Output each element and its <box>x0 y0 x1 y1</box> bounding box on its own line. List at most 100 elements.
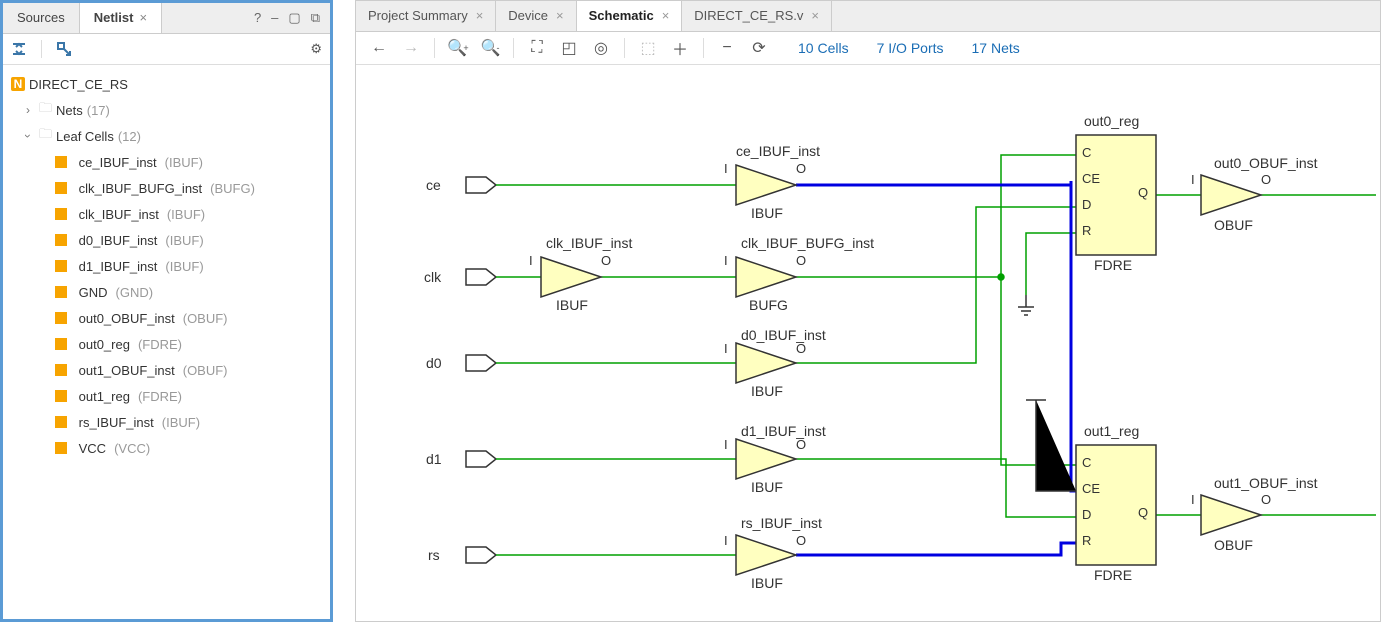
inst-ce-ibuf: ce_IBUF_inst <box>736 143 820 159</box>
stat-nets[interactable]: 17 Nets <box>972 40 1020 56</box>
collapse-all-icon[interactable] <box>11 41 27 57</box>
tree-cell[interactable]: GND (GND) <box>7 279 326 305</box>
cell-icon <box>55 234 67 246</box>
regenerate-icon[interactable]: ⟳ <box>746 36 772 60</box>
maximize-icon[interactable]: ▢ <box>288 10 300 26</box>
cell-type: (FDRE) <box>138 337 182 352</box>
tree-cell[interactable]: out1_reg(FDRE) <box>7 383 326 409</box>
close-icon[interactable]: × <box>476 1 484 31</box>
cell-type-label: IBUF <box>751 575 783 591</box>
port-d1: d1 <box>426 451 442 467</box>
help-icon[interactable]: ? <box>254 10 261 26</box>
cell-icon <box>55 182 67 194</box>
n-badge-icon: N <box>11 77 25 91</box>
cell-type-label: IBUF <box>751 383 783 399</box>
tree-cell[interactable]: rs_IBUF_inst(IBUF) <box>7 409 326 435</box>
pin-d: D <box>1082 507 1091 522</box>
inst-out0-reg: out0_reg <box>1084 113 1139 129</box>
cell-type-label: FDRE <box>1094 257 1132 273</box>
cell-type: (OBUF) <box>183 363 228 378</box>
add-icon[interactable]: ＋ <box>667 36 693 60</box>
port-rs: rs <box>428 547 440 563</box>
tree-cell[interactable]: d1_IBUF_inst (IBUF) <box>7 253 326 279</box>
zoom-in-icon[interactable]: 🔍+ <box>445 36 471 60</box>
cell-name: d0_IBUF_inst <box>79 233 158 248</box>
tab-project-summary[interactable]: Project Summary× <box>356 1 496 31</box>
tree-cell[interactable]: ce_IBUF_inst(IBUF) <box>7 149 326 175</box>
zoom-area-icon[interactable]: ◰ <box>556 36 582 60</box>
expand-icon[interactable] <box>56 41 72 57</box>
remove-icon[interactable]: − <box>714 36 740 60</box>
pin-c: C <box>1082 455 1091 470</box>
tab-sources[interactable]: Sources <box>3 3 80 33</box>
zoom-fit-icon[interactable]: ⛶ <box>524 36 550 60</box>
cell-name: clk_IBUF_inst <box>79 207 159 222</box>
tree-cell[interactable]: clk_IBUF_BUFG_inst(BUFG) <box>7 175 326 201</box>
tree-cell[interactable]: VCC(VCC) <box>7 435 326 461</box>
tree-cell[interactable]: out1_OBUF_inst (OBUF) <box>7 357 326 383</box>
tab-schematic[interactable]: Schematic× <box>577 1 683 31</box>
tree-cell[interactable]: clk_IBUF_inst(IBUF) <box>7 201 326 227</box>
chevron-down-icon[interactable]: › <box>21 129 35 143</box>
cell-type: (GND) <box>116 285 154 300</box>
cell-name: out0_OBUF_inst <box>79 311 175 326</box>
close-icon[interactable]: × <box>662 1 670 31</box>
tree-leafcells[interactable]: › 🗀 Leaf Cells (12) <box>7 123 326 149</box>
close-icon[interactable]: × <box>811 1 819 31</box>
forward-icon[interactable]: → <box>398 36 424 60</box>
cell-type: (OBUF) <box>183 311 228 326</box>
cell-name: d1_IBUF_inst <box>79 259 158 274</box>
inst-clk-ibuf: clk_IBUF_inst <box>546 235 632 251</box>
stat-ports[interactable]: 7 I/O Ports <box>877 40 944 56</box>
close-icon[interactable]: × <box>556 1 564 31</box>
zoom-out-icon[interactable]: 🔍- <box>477 36 503 60</box>
tree-cell[interactable]: out0_OBUF_inst (OBUF) <box>7 305 326 331</box>
port-ce: ce <box>426 177 441 193</box>
cell-icon <box>55 390 67 402</box>
netlist-tree[interactable]: N DIRECT_CE_RS › 🗀 Nets (17) › 🗀 Leaf Ce… <box>3 65 330 619</box>
folder-icon: 🗀 <box>39 125 52 147</box>
pin-o: O <box>796 253 806 268</box>
tab-netlist[interactable]: Netlist× <box>80 3 162 33</box>
cell-icon <box>55 338 67 350</box>
cell-name: out1_reg <box>79 389 130 404</box>
cell-type-label: OBUF <box>1214 537 1253 553</box>
inst-rs-ibuf: rs_IBUF_inst <box>741 515 822 531</box>
pin-o: O <box>796 161 806 176</box>
cell-type-label: IBUF <box>751 205 783 221</box>
right-toolbar: ← → 🔍+ 🔍- ⛶ ◰ ◎ ⬚ ＋ − ⟳ 10 Cells 7 I/O P… <box>356 32 1380 65</box>
inst-out1-reg: out1_reg <box>1084 423 1139 439</box>
cell-icon <box>55 156 67 168</box>
back-icon[interactable]: ← <box>366 36 392 60</box>
autofit-icon[interactable]: ◎ <box>588 36 614 60</box>
cell-type: (IBUF) <box>165 233 203 248</box>
cell-type: (IBUF) <box>165 259 203 274</box>
cell-type-label: OBUF <box>1214 217 1253 233</box>
cell-type-label: IBUF <box>556 297 588 313</box>
pin-i: I <box>724 533 728 548</box>
popout-icon[interactable]: ⧉ <box>311 10 320 26</box>
close-icon[interactable]: × <box>139 10 147 25</box>
tab-source-file[interactable]: DIRECT_CE_RS.v× <box>682 1 832 31</box>
tree-cell[interactable]: d0_IBUF_inst (IBUF) <box>7 227 326 253</box>
tree-nets-label: Nets <box>56 103 83 118</box>
pin-q: Q <box>1138 505 1148 520</box>
tree-root[interactable]: N DIRECT_CE_RS <box>7 71 326 97</box>
gear-icon[interactable]: ⚙ <box>310 41 322 57</box>
schematic-canvas[interactable]: ce clk d0 d1 rs ce_IBUF_inst IBUF I O cl… <box>356 65 1380 621</box>
cell-name: out1_OBUF_inst <box>79 363 175 378</box>
cell-name: clk_IBUF_BUFG_inst <box>79 181 203 196</box>
select-icon[interactable]: ⬚ <box>635 36 661 60</box>
cell-name: VCC <box>79 441 106 456</box>
port-clk: clk <box>424 269 441 285</box>
tree-nets[interactable]: › 🗀 Nets (17) <box>7 97 326 123</box>
minimize-icon[interactable]: – <box>271 10 278 26</box>
left-tabbar: Sources Netlist× ? – ▢ ⧉ <box>3 3 330 34</box>
stat-cells[interactable]: 10 Cells <box>798 40 849 56</box>
tree-root-label: DIRECT_CE_RS <box>29 77 128 92</box>
chevron-right-icon[interactable]: › <box>21 103 35 117</box>
pin-o: O <box>601 253 611 268</box>
tree-cell[interactable]: out0_reg(FDRE) <box>7 331 326 357</box>
cell-name: GND <box>79 285 108 300</box>
tab-device[interactable]: Device× <box>496 1 576 31</box>
